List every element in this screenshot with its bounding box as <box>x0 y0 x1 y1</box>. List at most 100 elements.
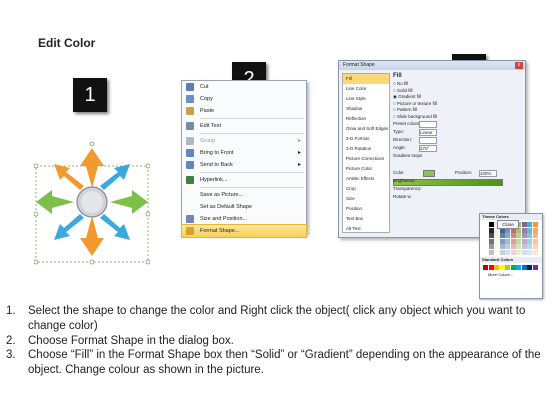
category-artistic-effects[interactable]: Artistic Effects <box>343 174 389 184</box>
color-swatch[interactable] <box>521 233 527 238</box>
color-swatch[interactable] <box>527 222 532 227</box>
menu-item-copy[interactable]: Copy <box>182 93 306 105</box>
category-position[interactable]: Position <box>343 204 389 214</box>
color-swatch[interactable] <box>488 227 494 233</box>
menu-item-edit-text[interactable]: Edit Text <box>182 120 306 132</box>
color-swatch[interactable] <box>521 244 527 249</box>
color-swatch[interactable] <box>510 244 516 249</box>
color-swatch[interactable] <box>516 264 521 270</box>
menu-item-bring-to-front[interactable]: Bring to Front ▸ <box>182 147 306 159</box>
more-colors-link[interactable]: More Colors... <box>480 272 542 278</box>
menu-item-paste[interactable]: Paste <box>182 105 306 117</box>
category-text-box[interactable]: Text Box <box>343 214 389 224</box>
rotate-label[interactable]: Rotate w <box>393 193 521 201</box>
menu-item-format-shape[interactable]: Format Shape... <box>181 224 307 238</box>
color-swatch[interactable] <box>505 249 510 255</box>
setting-control[interactable]: Linear <box>419 129 437 136</box>
color-swatch[interactable] <box>505 238 510 244</box>
color-swatch[interactable] <box>510 249 516 255</box>
color-swatch[interactable] <box>488 244 494 249</box>
color-swatch[interactable] <box>527 264 532 270</box>
setting-control[interactable] <box>419 137 437 144</box>
radial-arrows-shape[interactable] <box>34 138 150 266</box>
color-swatch[interactable] <box>521 249 527 255</box>
color-swatch[interactable] <box>532 227 538 233</box>
menu-item-send-to-back[interactable]: Send to Back ▸ <box>182 159 306 171</box>
color-swatch[interactable] <box>532 249 538 255</box>
color-swatch[interactable] <box>527 227 532 233</box>
color-swatch[interactable] <box>505 264 510 270</box>
color-swatch[interactable] <box>505 233 510 238</box>
menu-item-cut[interactable]: Cut <box>182 81 306 93</box>
color-swatch[interactable] <box>483 244 488 249</box>
category-glow-and-soft-edges[interactable]: Glow and Soft Edges <box>343 124 389 134</box>
color-swatch[interactable] <box>499 233 505 238</box>
color-swatch[interactable] <box>494 264 499 270</box>
color-swatch[interactable] <box>488 264 494 270</box>
color-swatch[interactable] <box>488 222 494 227</box>
step-text: Choose Format Shape in the dialog box. <box>28 334 234 347</box>
category-3-d-rotation[interactable]: 3-D Rotation <box>343 144 389 154</box>
menu-item-size-and-position[interactable]: Size and Position... <box>182 213 306 225</box>
color-swatch[interactable] <box>510 264 516 270</box>
setting-control[interactable]: 270° <box>419 145 437 152</box>
color-swatch[interactable] <box>499 238 505 244</box>
color-swatch[interactable] <box>494 249 499 255</box>
color-swatch[interactable] <box>532 238 538 244</box>
color-swatch[interactable] <box>499 264 505 270</box>
category-shadow[interactable]: Shadow <box>343 104 389 114</box>
menu-item-save-as-picture[interactable]: Save as Picture... <box>182 189 306 201</box>
color-swatch[interactable] <box>527 238 532 244</box>
color-swatch[interactable] <box>505 244 510 249</box>
color-swatch[interactable] <box>488 233 494 238</box>
category-crop[interactable]: Crop <box>343 184 389 194</box>
color-swatch[interactable] <box>527 244 532 249</box>
color-swatch[interactable] <box>483 233 488 238</box>
menu-item-hyperlink[interactable]: Hyperlink... <box>182 174 306 186</box>
color-swatch[interactable] <box>488 238 494 244</box>
menu-item-set-as-default-shape[interactable]: Set as Default Shape <box>182 201 306 213</box>
color-swatch[interactable] <box>521 264 527 270</box>
color-picker-button[interactable] <box>423 170 435 177</box>
color-swatch[interactable] <box>532 222 538 227</box>
color-swatch[interactable] <box>516 244 521 249</box>
color-swatch[interactable] <box>510 238 516 244</box>
color-swatch[interactable] <box>494 238 499 244</box>
color-swatch[interactable] <box>521 227 527 233</box>
color-swatch[interactable] <box>483 227 488 233</box>
category-reflection[interactable]: Reflection <box>343 114 389 124</box>
color-swatch[interactable] <box>516 238 521 244</box>
color-swatch[interactable] <box>510 233 516 238</box>
category-3-d-format[interactable]: 3-D Format <box>343 134 389 144</box>
color-swatch[interactable] <box>488 249 494 255</box>
color-swatch[interactable] <box>499 244 505 249</box>
color-swatch[interactable] <box>494 244 499 249</box>
color-swatch[interactable] <box>527 233 532 238</box>
color-swatch[interactable] <box>521 222 527 227</box>
close-icon[interactable]: x <box>515 62 523 69</box>
position-field[interactable]: 100% <box>479 170 497 177</box>
color-swatch[interactable] <box>527 249 532 255</box>
setting-control[interactable] <box>419 121 437 128</box>
category-alt-text[interactable]: Alt Text <box>343 224 389 234</box>
color-swatch[interactable] <box>483 264 488 270</box>
category-fill[interactable]: Fill <box>343 74 389 84</box>
menu-item-label: Save as Picture... <box>200 192 244 198</box>
color-swatch[interactable] <box>483 249 488 255</box>
color-swatch[interactable] <box>532 244 538 249</box>
close-button[interactable]: Close <box>497 220 519 229</box>
color-swatch[interactable] <box>494 233 499 238</box>
color-swatch[interactable] <box>521 238 527 244</box>
category-line-color[interactable]: Line Color <box>343 84 389 94</box>
color-swatch[interactable] <box>532 264 538 270</box>
category-picture-corrections[interactable]: Picture Corrections <box>343 154 389 164</box>
color-swatch[interactable] <box>532 233 538 238</box>
color-swatch[interactable] <box>483 238 488 244</box>
category-picture-color[interactable]: Picture Color <box>343 164 389 174</box>
category-size[interactable]: Size <box>343 194 389 204</box>
color-swatch[interactable] <box>499 249 505 255</box>
color-swatch[interactable] <box>516 249 521 255</box>
color-swatch[interactable] <box>483 222 488 227</box>
category-line-style[interactable]: Line Style <box>343 94 389 104</box>
color-swatch[interactable] <box>516 233 521 238</box>
